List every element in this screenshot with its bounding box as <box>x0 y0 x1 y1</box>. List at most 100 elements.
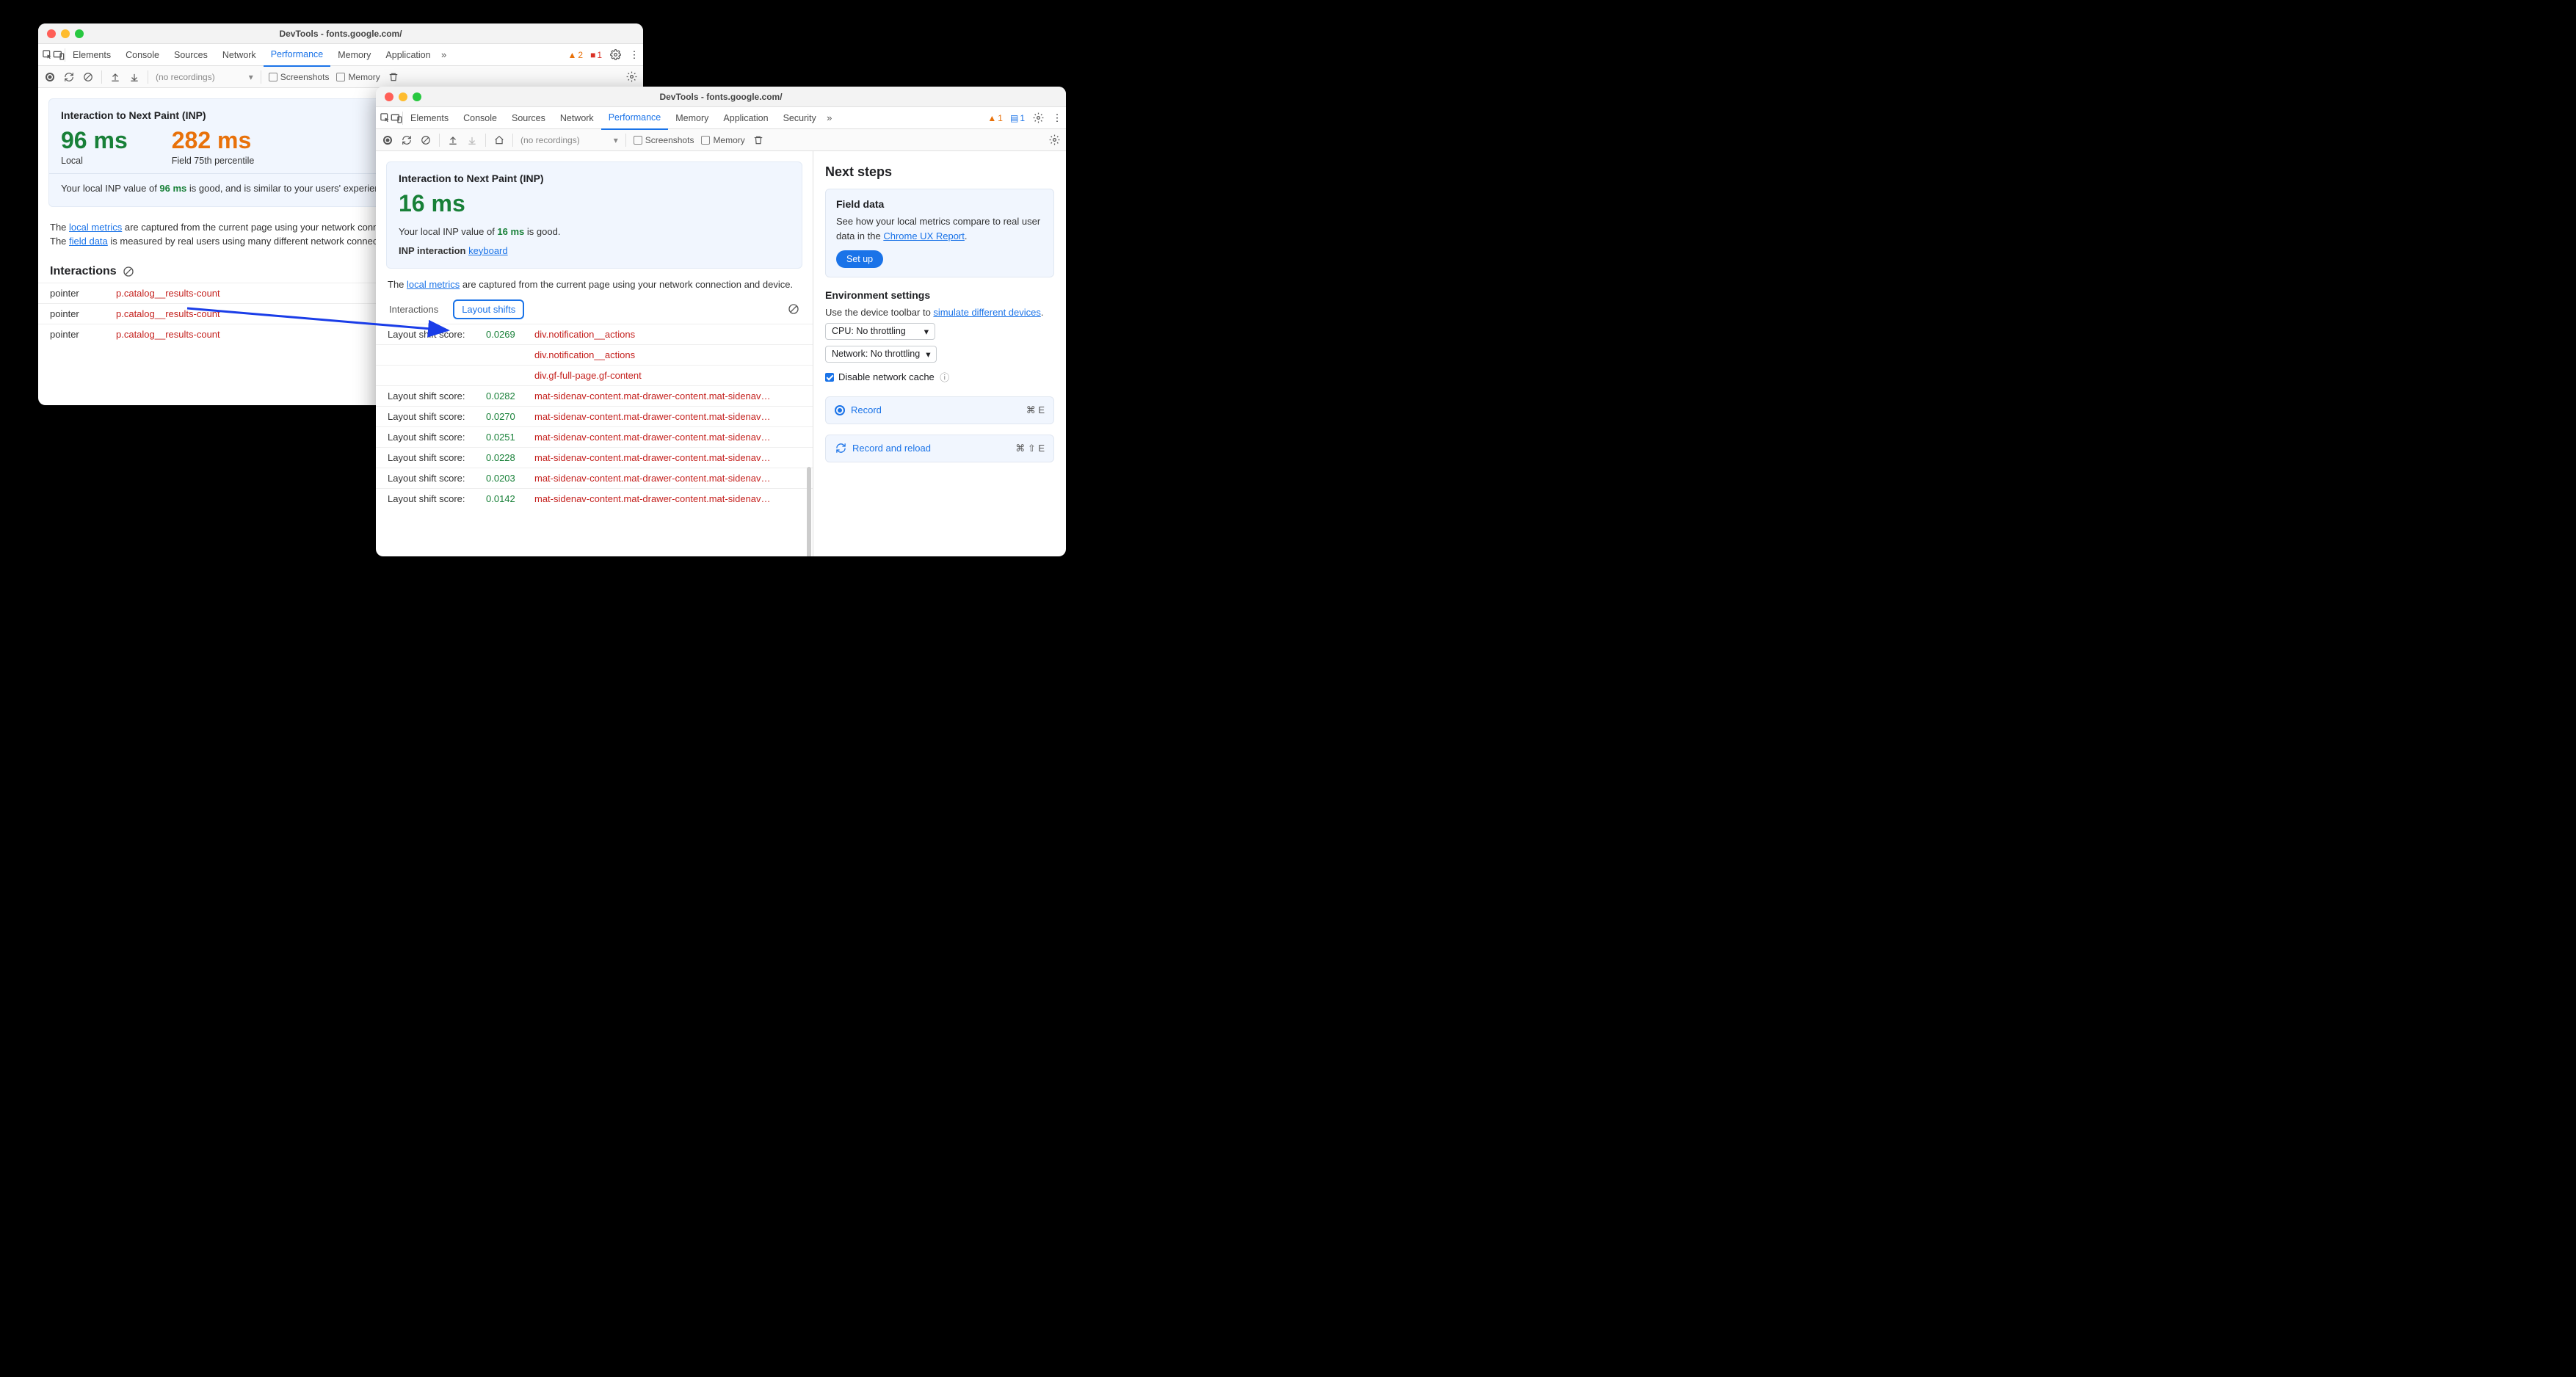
memory-checkbox[interactable]: Memory <box>701 135 744 145</box>
help-icon[interactable]: ⓘ <box>939 371 951 383</box>
tab-memory[interactable]: Memory <box>330 44 378 66</box>
minimize-icon[interactable] <box>399 92 407 101</box>
cpu-throttle-select[interactable]: CPU: No throttling▾ <box>825 323 935 340</box>
reload-icon[interactable] <box>401 134 413 146</box>
inp-interaction-link[interactable]: keyboard <box>468 245 507 256</box>
download-icon[interactable] <box>128 71 140 83</box>
inp-local-value: 96 ms <box>61 127 128 154</box>
set-up-button[interactable]: Set up <box>836 250 883 268</box>
record-icon[interactable] <box>44 71 56 83</box>
gear-icon[interactable] <box>1048 134 1060 146</box>
home-icon[interactable] <box>493 134 505 146</box>
subtab-interactions[interactable]: Interactions <box>388 301 440 318</box>
zoom-icon[interactable] <box>413 92 421 101</box>
device-toolbar-icon[interactable] <box>391 112 402 124</box>
screenshots-checkbox[interactable]: Screenshots <box>634 135 694 145</box>
window-title: DevTools - fonts.google.com/ <box>279 29 402 39</box>
warnings-badge[interactable]: ▲ 2 <box>567 50 583 60</box>
inspect-icon[interactable] <box>379 112 391 124</box>
clear-icon[interactable] <box>420 134 432 146</box>
reload-icon <box>835 443 846 454</box>
layout-shift-row[interactable]: Layout shift score:0.0270mat-sidenav-con… <box>376 406 813 426</box>
local-metrics-link[interactable]: local metrics <box>69 222 122 233</box>
layout-shift-row[interactable]: Layout shift score:0.0251mat-sidenav-con… <box>376 426 813 447</box>
messages-badge[interactable]: ▤ 1 <box>1010 113 1025 123</box>
tab-security[interactable]: Security <box>776 107 824 129</box>
tab-sources[interactable]: Sources <box>167 44 215 66</box>
inp-interaction: INP interaction keyboard <box>399 244 790 258</box>
tab-network[interactable]: Network <box>215 44 264 66</box>
gear-icon[interactable] <box>625 71 637 83</box>
inp-description: Your local INP value of 16 ms is good. <box>399 225 790 239</box>
reload-icon[interactable] <box>63 71 75 83</box>
layout-shift-row[interactable]: Layout shift score:0.0282mat-sidenav-con… <box>376 385 813 406</box>
metrics-note: The local metrics are captured from the … <box>376 275 813 295</box>
layout-shift-row[interactable]: Layout shift score:0.0142mat-sidenav-con… <box>376 488 813 509</box>
tab-network[interactable]: Network <box>553 107 601 129</box>
download-icon[interactable] <box>466 134 478 146</box>
record-reload-button[interactable]: Record and reload ⌘ ⇧ E <box>825 435 1054 462</box>
close-icon[interactable] <box>385 92 393 101</box>
tab-console[interactable]: Console <box>118 44 167 66</box>
clear-icon[interactable] <box>82 71 94 83</box>
layout-shift-row[interactable]: Layout shift score:0.0228mat-sidenav-con… <box>376 447 813 468</box>
layout-shift-row[interactable]: Layout shift score:0.0269div.notificatio… <box>376 324 813 344</box>
simulate-devices-link[interactable]: simulate different devices <box>933 307 1040 318</box>
kebab-icon[interactable]: ⋮ <box>628 49 640 61</box>
local-metrics-link[interactable]: local metrics <box>407 279 460 290</box>
layout-shift-row[interactable]: Layout shift score:0.0269div.gf-full-pag… <box>376 365 813 385</box>
tab-console[interactable]: Console <box>456 107 504 129</box>
titlebar: DevTools - fonts.google.com/ <box>38 23 643 44</box>
tab-application[interactable]: Application <box>378 44 438 66</box>
subtabs: Interactions Layout shifts <box>376 299 813 319</box>
minimize-icon[interactable] <box>61 29 70 38</box>
gear-icon[interactable] <box>1032 112 1044 124</box>
record-icon <box>835 405 845 415</box>
inp-card: Interaction to Next Paint (INP) 16 ms Yo… <box>386 161 802 269</box>
upload-icon[interactable] <box>109 71 121 83</box>
layout-shifts-table: Layout shift score:0.0269div.notificatio… <box>376 324 813 509</box>
record-icon[interactable] <box>382 134 393 146</box>
kebab-icon[interactable]: ⋮ <box>1051 112 1063 124</box>
record-button[interactable]: Record ⌘ E <box>825 396 1054 424</box>
recordings-select[interactable]: (no recordings)▾ <box>156 72 253 82</box>
next-steps-panel: Next steps Field data See how your local… <box>813 151 1066 556</box>
network-throttle-select[interactable]: Network: No throttling▾ <box>825 346 937 363</box>
perf-toolbar: (no recordings)▾ Screenshots Memory <box>376 129 1066 151</box>
chrome-ux-report-link[interactable]: Chrome UX Report <box>883 230 965 241</box>
tabs-bar: Elements Console Sources Network Perform… <box>38 44 643 66</box>
tab-application[interactable]: Application <box>716 107 775 129</box>
recordings-select[interactable]: (no recordings)▾ <box>520 135 618 145</box>
zoom-icon[interactable] <box>75 29 84 38</box>
screenshots-checkbox[interactable]: Screenshots <box>269 72 330 82</box>
device-toolbar-icon[interactable] <box>53 49 65 61</box>
inspect-icon[interactable] <box>41 49 53 61</box>
disable-cache-checkbox[interactable] <box>825 373 834 382</box>
memory-checkbox[interactable]: Memory <box>336 72 380 82</box>
gc-icon[interactable] <box>752 134 764 146</box>
gear-icon[interactable] <box>609 49 621 61</box>
layout-shift-row[interactable]: Layout shift score:0.0269div.notificatio… <box>376 344 813 365</box>
layout-shift-row[interactable]: Layout shift score:0.0203mat-sidenav-con… <box>376 468 813 488</box>
scrollbar[interactable] <box>807 467 811 556</box>
upload-icon[interactable] <box>447 134 459 146</box>
more-tabs-icon[interactable]: » <box>824 112 835 124</box>
tab-elements[interactable]: Elements <box>403 107 456 129</box>
warnings-badge[interactable]: ▲ 1 <box>987 113 1003 123</box>
env-title: Environment settings <box>825 289 1054 301</box>
inp-local-value: 16 ms <box>399 190 790 217</box>
field-data-title: Field data <box>836 198 1043 210</box>
tab-performance[interactable]: Performance <box>601 106 669 130</box>
field-data-link[interactable]: field data <box>69 236 108 247</box>
tab-memory[interactable]: Memory <box>668 107 716 129</box>
window-title: DevTools - fonts.google.com/ <box>659 92 782 102</box>
tab-elements[interactable]: Elements <box>65 44 118 66</box>
close-icon[interactable] <box>47 29 56 38</box>
inp-local-label: Local <box>61 156 128 166</box>
tab-performance[interactable]: Performance <box>264 43 331 67</box>
more-tabs-icon[interactable]: » <box>438 49 450 61</box>
tab-sources[interactable]: Sources <box>504 107 553 129</box>
issues-badge[interactable]: ■ 1 <box>590 50 602 60</box>
subtab-layout-shifts[interactable]: Layout shifts <box>453 299 524 319</box>
gc-icon[interactable] <box>388 71 399 83</box>
